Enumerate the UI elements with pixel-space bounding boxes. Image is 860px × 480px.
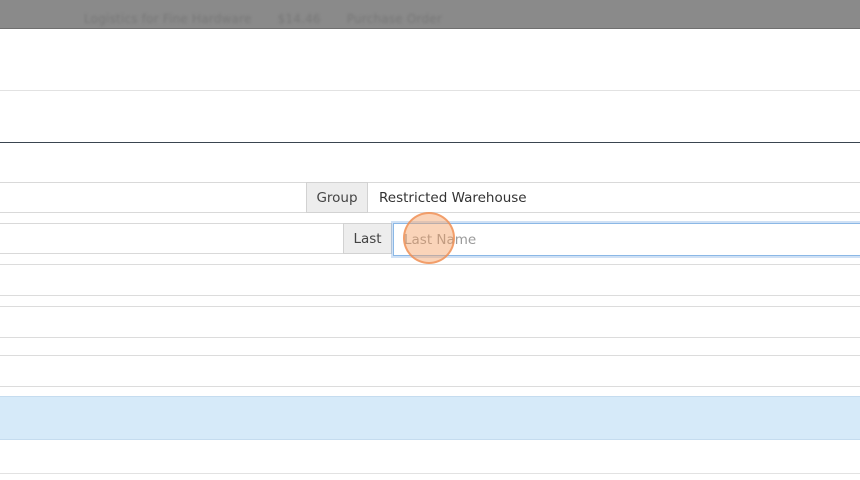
list-item[interactable] [0, 306, 860, 338]
selected-row[interactable] [0, 396, 860, 440]
breadcrumb-item: Purchase Order [346, 12, 442, 26]
section-divider [0, 142, 860, 143]
last-name-label: Last [343, 223, 392, 254]
group-value[interactable]: Restricted Warehouse [368, 182, 860, 213]
breadcrumb-item[interactable]: Logistics for Fine Hardware [84, 12, 252, 26]
breadcrumb-item: $14.46 [277, 12, 321, 26]
first-name-field[interactable] [0, 223, 344, 254]
last-name-input[interactable] [393, 223, 860, 256]
divider [0, 90, 860, 91]
divider [0, 473, 860, 474]
page: Logistics for Fine Hardware $14.46 Purch… [0, 0, 860, 480]
left-field[interactable] [0, 182, 307, 213]
breadcrumb: Logistics for Fine Hardware $14.46 Purch… [84, 12, 464, 26]
list-item[interactable] [0, 355, 860, 387]
group-label: Group [306, 182, 368, 213]
list-item[interactable] [0, 264, 860, 296]
top-header-overlay: Logistics for Fine Hardware $14.46 Purch… [0, 0, 860, 29]
